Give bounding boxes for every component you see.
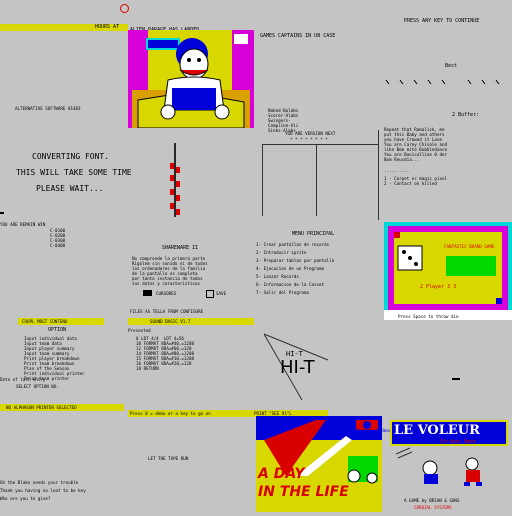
menu-item[interactable]: 6- Informacion de la Casset (256, 282, 324, 287)
remain-item: C-0400 (50, 243, 66, 248)
best-label: Best (445, 63, 458, 69)
voleur-studio: CORDIAL SYSTEMS (414, 505, 452, 510)
cartoon-character-image (128, 30, 254, 128)
convert-line-2: THIS WILL TAKE SOME TIME (16, 168, 132, 177)
convert-line-3: PLEASE WAIT... (36, 184, 104, 193)
remain-line: YOU ARE REMAIN WIN (0, 222, 46, 227)
press-demo-label[interactable]: Press 0 = demo or a key to go on (130, 411, 211, 416)
progress-column (166, 143, 186, 217)
shareware-option-cursores[interactable]: CURSORES (156, 291, 176, 296)
menu-item[interactable]: 7- Salir del Programa (256, 290, 309, 295)
alt-software-title: ALTERNATIVE SOFTWARE 01483 (15, 106, 81, 111)
bottom-rule (0, 212, 4, 214)
options-date: Date of last entry (0, 377, 46, 382)
voleur-subtitle: Strikes Back (440, 439, 477, 445)
board-press-space[interactable]: Press Space to throw die (398, 314, 459, 319)
convert-line-1: CONVERTING FONT. (32, 152, 110, 161)
shareware-title: SHAREWARE II (162, 245, 199, 251)
divider (316, 144, 317, 216)
menu-item[interactable]: 2- Introducir sprite (256, 250, 306, 255)
score-stars: * * * * * * * * (290, 137, 328, 142)
menu-item[interactable]: 4- Ejecucion de un Programa (256, 266, 324, 271)
top-tab-label: HOURS AT (95, 24, 120, 30)
message-line: Thank you having no loot to be key (0, 488, 86, 493)
board-player: 2 Player 3 3 (420, 284, 457, 290)
record-dot-icon (120, 4, 129, 13)
sound-bar-label: SOUND BASIC V1.7 (150, 319, 191, 324)
tape-label: LET THE TAPE RUN (148, 456, 189, 461)
arrow-row (384, 70, 508, 85)
voleur-title: LE VOLEUR (394, 423, 480, 438)
divider (378, 130, 379, 220)
divider (262, 144, 263, 216)
options-select[interactable]: SELECT OPTION NO. (16, 384, 59, 389)
cursor-icon (452, 378, 460, 380)
menu-principal-title: MENU PRINCIPAL (292, 231, 335, 237)
sound-bar (128, 318, 254, 325)
day-title-line-2: IN THE LIFE (258, 484, 349, 500)
press-any-key[interactable]: PRESS ANY KEY TO CONTINUE (404, 18, 479, 24)
message-line: Oh the Blake needs your trouble (0, 480, 79, 485)
cursor-key-icon[interactable] (143, 290, 152, 296)
message-line: Who are you to give? (0, 496, 51, 501)
options-header-label: COUPL MOST CONTENU (22, 319, 68, 324)
voleur-credits: A GAME by BRIAN & SONS (404, 498, 460, 503)
voleur-characters-image (390, 446, 508, 494)
sound-title: FILES AS TELLA FROM CONFIGURE (130, 309, 204, 314)
menu-item[interactable]: 5- Lanzar Records (256, 274, 299, 279)
menu-item[interactable]: 1- Crear pantallas de records (256, 242, 329, 247)
hit-big-logo: HI-T (280, 357, 315, 378)
menu-item[interactable]: 3- Preparar tablas por pantalla (256, 258, 334, 263)
board-game (384, 222, 512, 320)
options-title: OPTION (48, 327, 67, 333)
day-brand: Stephen Redman (356, 428, 392, 433)
printer-label: NO ALPHASON PRINTER SELECTED (6, 405, 77, 410)
buffer-label: 2 Buffer: (452, 112, 480, 118)
note-2: 2 - Contact on killed (384, 181, 437, 186)
score-title: YOU ARE VERSION NEXT (285, 131, 336, 136)
divider (262, 144, 378, 145)
sound-head: Presented (128, 328, 151, 333)
para-line: Bom Reusdia... (384, 157, 420, 162)
shareware-option-save[interactable]: SAVE (216, 291, 226, 296)
stars-divider: .......... (384, 168, 410, 173)
board-title: FANTASTIC BOARD GAME (444, 244, 495, 249)
save-key-icon[interactable] (206, 290, 214, 298)
day-title-line-1: A DAY (258, 466, 305, 482)
shareware-line: sus datos y caracteristicas (132, 281, 201, 286)
header-right: GAMES CAPTAINS IN UB CASE (260, 33, 336, 39)
listing-row: 18 RETURN (136, 366, 159, 371)
